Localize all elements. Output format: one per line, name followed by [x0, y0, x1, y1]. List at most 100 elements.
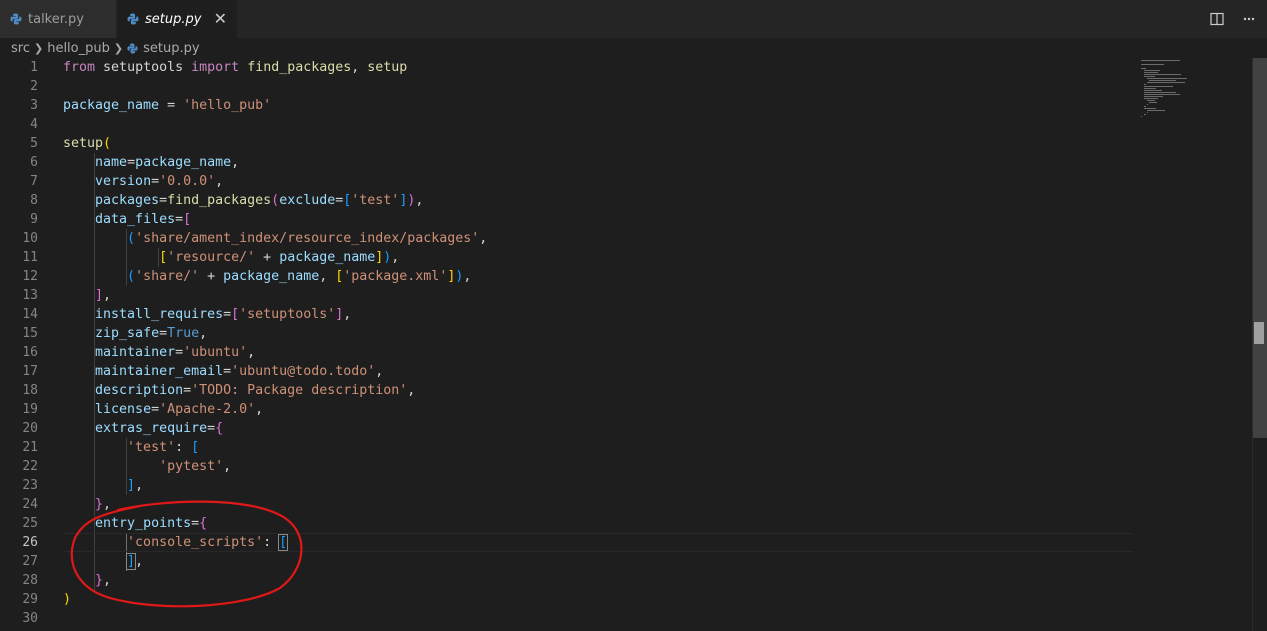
breadcrumb: src ❯ hello_pub ❯ setup.py: [0, 38, 1267, 58]
code-line[interactable]: maintainer='ubuntu',: [63, 343, 255, 362]
line-number: 30: [22, 611, 38, 626]
code-line[interactable]: entry_points={: [63, 514, 207, 533]
line-number: 7: [30, 174, 38, 189]
line-number: 12: [22, 269, 38, 284]
code-line[interactable]: ('share/' + package_name, ['package.xml'…: [63, 267, 471, 286]
line-number: 24: [22, 497, 38, 512]
code-line[interactable]: setup(: [63, 134, 111, 153]
line-number: 6: [30, 155, 38, 170]
minimap-line: [1146, 112, 1149, 113]
line-number: 10: [22, 231, 38, 246]
line-number: 22: [22, 459, 38, 474]
code-line[interactable]: ): [63, 590, 71, 609]
tab-bar: talker.py setup.py ✕: [0, 0, 1267, 39]
breadcrumb-file[interactable]: setup.py: [127, 40, 200, 56]
code-line[interactable]: ('share/ament_index/resource_index/packa…: [63, 229, 487, 248]
python-icon: [127, 13, 139, 25]
minimap-line: [1143, 90, 1162, 91]
minimap-line: [1146, 110, 1165, 111]
more-actions-icon[interactable]: [1235, 5, 1263, 33]
minimap-line: [1141, 68, 1147, 69]
python-icon: [10, 13, 22, 25]
code-line[interactable]: version='0.0.0',: [63, 172, 223, 191]
minimap-line: [1143, 76, 1155, 77]
minimap-line: [1143, 96, 1163, 97]
code-line[interactable]: ],: [63, 286, 111, 305]
line-number: 11: [22, 250, 38, 265]
scrollbar-cursor-marker: [1254, 322, 1264, 344]
line-number: 4: [30, 117, 38, 132]
minimap[interactable]: [1138, 58, 1208, 158]
minimap-line: [1149, 102, 1158, 103]
line-number: 5: [30, 136, 38, 151]
line-number: 13: [22, 288, 38, 303]
minimap-line: [1141, 116, 1142, 117]
minimap-line: [1143, 106, 1146, 107]
minimap-line: [1143, 70, 1160, 71]
tab-setup-py[interactable]: setup.py ✕: [117, 0, 237, 38]
minimap-line: [1143, 108, 1157, 109]
code-line[interactable]: maintainer_email='ubuntu@todo.todo',: [63, 362, 383, 381]
line-number: 29: [22, 592, 38, 607]
minimap-line: [1146, 104, 1149, 105]
minimap-line: [1143, 94, 1180, 95]
line-number: 9: [30, 212, 38, 227]
split-editor-icon[interactable]: [1203, 5, 1231, 33]
minimap-line: [1143, 88, 1157, 89]
minimap-line: [1146, 100, 1155, 101]
line-number: 21: [22, 440, 38, 455]
code-line[interactable]: 'pytest',: [63, 457, 231, 476]
code-line[interactable]: },: [63, 495, 111, 514]
line-number: 14: [22, 307, 38, 322]
code-editor[interactable]: 1 2 3 4 5 6 7 8 9 10 11 12 13 14 15 16 17 18 19 20 21 22 23 24 2…: [0, 58, 1252, 631]
line-number: 17: [22, 364, 38, 379]
code-line[interactable]: ],: [63, 552, 143, 571]
line-number: 2: [30, 79, 38, 94]
code-line[interactable]: install_requires=['setuptools'],: [63, 305, 351, 324]
chevron-right-icon: ❯: [33, 41, 44, 55]
code-line[interactable]: description='TODO: Package description',: [63, 381, 415, 400]
code-line[interactable]: ['resource/' + package_name]),: [63, 248, 399, 267]
minimap-line: [1143, 114, 1146, 115]
minimap-line: [1143, 86, 1173, 87]
code-line[interactable]: zip_safe=True,: [63, 324, 207, 343]
scrollbar-thumb[interactable]: [1253, 58, 1267, 438]
code-line[interactable]: license='Apache-2.0',: [63, 400, 263, 419]
tab-label: setup.py: [145, 11, 202, 27]
code-line[interactable]: from setuptools import find_packages, se…: [63, 58, 407, 77]
minimap-line: [1146, 82, 1186, 83]
code-line[interactable]: data_files=[: [63, 210, 191, 229]
close-icon[interactable]: ✕: [214, 10, 227, 28]
tab-label: talker.py: [28, 11, 84, 27]
python-icon: [127, 42, 138, 54]
minimap-line: [1143, 92, 1177, 93]
code-line[interactable]: },: [63, 571, 111, 590]
code-line[interactable]: packages=find_packages(exclude=['test'])…: [63, 191, 423, 210]
breadcrumb-hello-pub[interactable]: hello_pub: [47, 41, 110, 56]
code-line[interactable]: extras_require={: [63, 419, 223, 438]
code-line[interactable]: 'test': [: [63, 438, 199, 457]
minimap-line: [1141, 64, 1165, 65]
tab-talker-py[interactable]: talker.py: [0, 0, 117, 38]
line-number: 19: [22, 402, 38, 417]
minimap-line: [1143, 72, 1159, 73]
breadcrumb-file-label: setup.py: [143, 40, 200, 56]
code-line[interactable]: name=package_name,: [63, 153, 239, 172]
code-line[interactable]: ],: [63, 476, 143, 495]
code-line[interactable]: 'console_scripts': [: [63, 533, 289, 552]
minimap-line: [1143, 84, 1146, 85]
breadcrumb-src[interactable]: src: [11, 41, 30, 56]
minimap-line: [1143, 98, 1159, 99]
minimap-line: [1146, 78, 1188, 79]
minimap-line: [1149, 80, 1177, 81]
minimap-line: [1143, 74, 1181, 75]
line-number: 20: [22, 421, 38, 436]
line-number: 16: [22, 345, 38, 360]
line-number: 3: [30, 98, 38, 113]
line-number: 1: [30, 60, 38, 75]
chevron-right-icon: ❯: [113, 41, 124, 55]
line-number: 28: [22, 573, 38, 588]
minimap-line: [1141, 60, 1180, 61]
code-line[interactable]: package_name = 'hello_pub': [63, 96, 271, 115]
line-number: 26: [22, 535, 38, 550]
